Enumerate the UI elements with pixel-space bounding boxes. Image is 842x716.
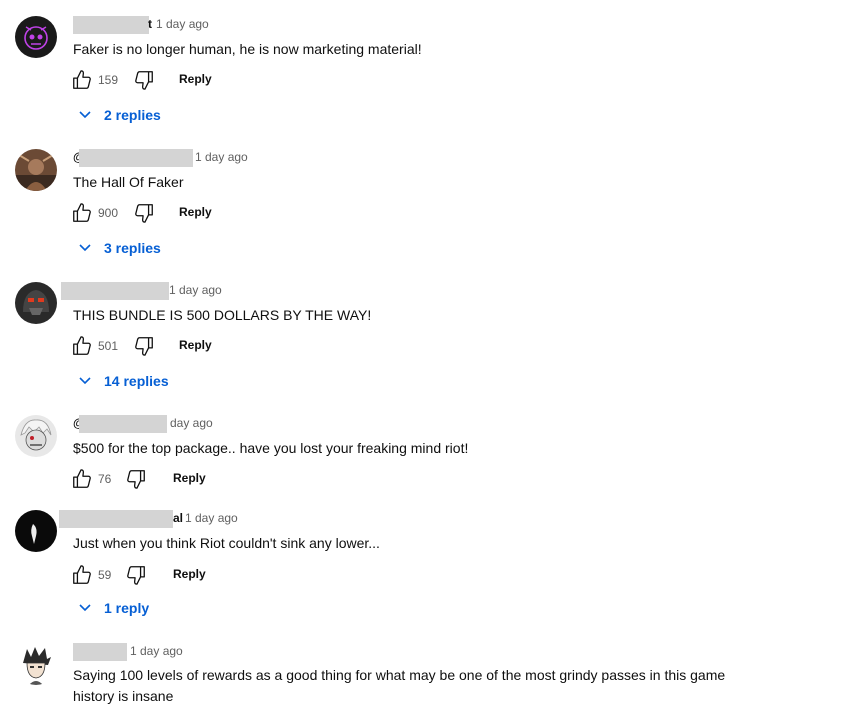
thumbs-down-icon[interactable] [133, 335, 155, 357]
comment-text: THIS BUNDLE IS 500 DOLLARS BY THE WAY! [73, 307, 372, 323]
avatar[interactable] [15, 16, 57, 58]
comment-text-line-1: Saying 100 levels of rewards as a good t… [73, 667, 726, 683]
thumbs-up-icon[interactable] [71, 335, 93, 357]
like-count: 76 [98, 472, 112, 486]
timestamp[interactable]: 1 day ago [169, 283, 222, 297]
avatar[interactable] [15, 415, 57, 457]
chevron-down-icon [79, 244, 91, 252]
thumbs-up-icon[interactable] [71, 564, 93, 586]
avatar[interactable] [15, 510, 57, 552]
chevron-down-icon [79, 604, 91, 612]
replies-label: 2 replies [104, 107, 161, 123]
chevron-down-icon [79, 377, 91, 385]
thumbs-up-icon[interactable] [71, 69, 93, 91]
chevron-down-icon [79, 111, 91, 119]
like-count: 159 [98, 73, 119, 87]
replies-label: 14 replies [104, 373, 169, 389]
replies-label: 3 replies [104, 240, 161, 256]
redacted-username [59, 510, 173, 528]
masked-anime-avatar-icon [15, 415, 57, 457]
redacted-username [79, 415, 167, 433]
redacted-username [73, 643, 127, 661]
reply-button[interactable]: Reply [173, 567, 206, 581]
reply-button[interactable]: Reply [173, 471, 206, 485]
skull-avatar-icon [15, 16, 57, 58]
like-count: 501 [98, 339, 119, 353]
avatar[interactable] [15, 643, 57, 685]
avatar[interactable] [15, 282, 57, 324]
like-count: 59 [98, 568, 112, 582]
thumbs-down-icon[interactable] [125, 564, 147, 586]
comment-text: The Hall Of Faker [73, 174, 184, 190]
author-name[interactable]: al [173, 511, 183, 525]
reply-button[interactable]: Reply [179, 205, 212, 219]
comment-text: $500 for the top package.. have you lost… [73, 440, 469, 456]
thumbs-down-icon[interactable] [133, 69, 155, 91]
comment-text: Faker is no longer human, he is now mark… [73, 41, 422, 57]
warrior-avatar-icon [15, 149, 57, 191]
replies-label: 1 reply [104, 600, 150, 616]
anime-boy-avatar-icon [15, 643, 57, 685]
dark-avatar-icon [15, 510, 57, 552]
avatar[interactable] [15, 149, 57, 191]
comment-text-line-2: history is insane [73, 688, 174, 704]
author-name[interactable]: t [148, 17, 152, 31]
reply-button[interactable]: Reply [179, 72, 212, 86]
comment-text: Just when you think Riot couldn't sink a… [73, 535, 380, 551]
reply-button[interactable]: Reply [179, 338, 212, 352]
redacted-username [73, 16, 149, 34]
helmet-avatar-icon [15, 282, 57, 324]
timestamp[interactable]: 1 day ago [195, 150, 248, 164]
redacted-username [61, 282, 169, 300]
thumbs-up-icon[interactable] [71, 468, 93, 490]
thumbs-down-icon[interactable] [133, 202, 155, 224]
like-count: 900 [98, 206, 119, 220]
thumbs-down-icon[interactable] [125, 468, 147, 490]
timestamp[interactable]: day ago [170, 416, 213, 430]
redacted-username [79, 149, 193, 167]
timestamp[interactable]: 1 day ago [130, 644, 183, 658]
timestamp[interactable]: 1 day ago [156, 17, 209, 31]
thumbs-up-icon[interactable] [71, 202, 93, 224]
timestamp[interactable]: 1 day ago [185, 511, 238, 525]
